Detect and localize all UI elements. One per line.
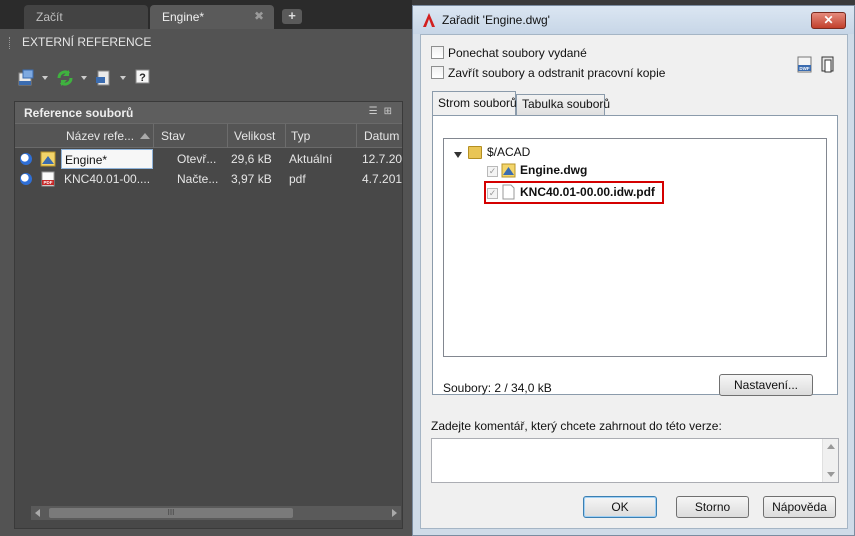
checkin-dialog: Zařadit 'Engine.dwg' ✕ Ponechat soubory … — [412, 5, 855, 536]
external-references-panel: EXTERNÍ REFERENCE ? Reference souborů ☰⊞… — [0, 29, 412, 536]
refresh-icon[interactable] — [56, 69, 74, 87]
new-tab-button[interactable]: + — [282, 9, 302, 24]
comment-textarea[interactable] — [431, 438, 839, 483]
scroll-left-icon[interactable] — [35, 509, 40, 517]
table-row[interactable]: Engine* Otevř... 29,6 kB Aktuální 12.7.2… — [15, 149, 402, 169]
column-header-status[interactable]: Stav — [161, 129, 185, 143]
tree-checkbox[interactable]: ✓ — [487, 166, 498, 177]
checkbox-label: Zavřít soubory a odstranit pracovní kopi… — [448, 66, 666, 80]
file-references-box: Reference souborů ☰⊞ Název refe... Stav … — [14, 101, 403, 529]
column-header-size[interactable]: Velikost — [234, 129, 275, 143]
table-row[interactable]: PDF KNC40.01-00.... Načte... 3,97 kB pdf… — [15, 169, 402, 189]
cancel-button[interactable]: Storno — [676, 496, 749, 518]
cell-status: Načte... — [177, 172, 219, 186]
help-button[interactable]: Nápověda — [763, 496, 836, 518]
scrollbar-thumb[interactable]: III — [49, 508, 293, 518]
highlight-box — [484, 181, 664, 204]
tab-zacit-label: Začít — [36, 10, 63, 24]
tree-root-label[interactable]: $/ACAD — [487, 145, 530, 159]
dialog-title: Zařadit 'Engine.dwg' — [442, 13, 550, 27]
comment-label: Zadejte komentář, který chcete zahrnout … — [431, 419, 722, 433]
attach-dropdown-icon[interactable] — [42, 76, 48, 80]
refresh-dropdown-icon[interactable] — [81, 76, 87, 80]
cell-date: 4.7.2018 — [362, 172, 402, 186]
checkbox-box[interactable] — [431, 46, 444, 59]
horizontal-scrollbar[interactable]: III — [31, 506, 401, 520]
checkbox-box[interactable] — [431, 66, 444, 79]
svg-text:?: ? — [139, 72, 146, 84]
sort-ascending-icon — [140, 133, 151, 139]
keep-checked-out-checkbox[interactable]: Ponechat soubory vydané — [431, 46, 587, 62]
checkbox-label: Ponechat soubory vydané — [448, 46, 587, 60]
cell-size: 3,97 kB — [231, 172, 272, 186]
dwg-file-icon — [501, 163, 516, 181]
folder-icon — [468, 146, 482, 159]
column-header-date[interactable]: Datum — [364, 129, 399, 143]
status-icon — [20, 153, 32, 165]
cell-type: Aktuální — [289, 152, 333, 166]
help-icon[interactable]: ? — [135, 69, 151, 87]
vertical-scrollbar[interactable] — [822, 439, 838, 482]
panel-grip[interactable] — [9, 37, 12, 49]
references-grid-header: Název refe... Stav Velikost Typ Datum — [15, 124, 402, 148]
cell-date: 12.7.201 — [362, 152, 402, 166]
tab-file-tree[interactable]: Strom souborů — [432, 91, 517, 115]
change-path-dropdown-icon[interactable] — [120, 76, 126, 80]
settings-button[interactable]: Nastavení... — [719, 374, 813, 396]
tab-engine[interactable]: Engine* ✖ — [150, 5, 274, 29]
svg-text:DWF: DWF — [799, 66, 809, 71]
view-toggle-icons[interactable]: ☰⊞ — [369, 106, 398, 117]
svg-text:PDF: PDF — [44, 180, 53, 185]
tab-content: $/ACAD ✓ Engine.dwg ✓ KNC40.01-00.00.idw… — [432, 115, 838, 396]
panel-title: EXTERNÍ REFERENCE — [22, 35, 152, 49]
status-icon — [20, 173, 32, 185]
column-header-type[interactable]: Typ — [291, 129, 310, 143]
cell-status: Otevř... — [177, 152, 217, 166]
tab-file-table[interactable]: Tabulka souborů — [516, 94, 610, 115]
close-files-checkbox[interactable]: Zavřít soubory a odstranit pracovní kopi… — [431, 66, 665, 82]
attachment-icon[interactable] — [820, 56, 836, 77]
ok-button[interactable]: OK — [583, 496, 657, 518]
column-header-name[interactable]: Název refe... — [66, 129, 151, 143]
dialog-titlebar[interactable]: Zařadit 'Engine.dwg' ✕ — [413, 6, 854, 34]
scroll-up-icon[interactable] — [827, 444, 835, 449]
cell-type: pdf — [289, 172, 306, 186]
close-button[interactable]: ✕ — [811, 12, 846, 29]
file-tree: $/ACAD ✓ Engine.dwg ✓ KNC40.01-00.00.idw… — [443, 138, 827, 357]
autocad-logo-icon — [422, 12, 436, 28]
attach-dwg-icon[interactable] — [18, 69, 36, 87]
scroll-down-icon[interactable] — [827, 472, 835, 477]
change-path-icon[interactable] — [95, 69, 113, 87]
cell-size: 29,6 kB — [231, 152, 272, 166]
files-count: Soubory: 2 / 34,0 kB — [443, 381, 552, 395]
file-references-header: Reference souborů ☰⊞ — [15, 102, 402, 124]
document-tab-bar: Začít Engine* ✖ + — [0, 0, 412, 29]
dwg-file-icon — [40, 151, 56, 170]
tab-engine-label: Engine* — [162, 10, 205, 24]
tab-zacit[interactable]: Začít — [24, 5, 148, 29]
file-references-title: Reference souborů — [24, 106, 134, 120]
cell-name[interactable]: Engine* — [61, 149, 153, 169]
dialog-body: Ponechat soubory vydané Zavřít soubory a… — [420, 34, 848, 529]
expand-arrow-icon[interactable] — [454, 152, 462, 158]
pdf-file-icon: PDF — [40, 171, 56, 190]
dwf-icon[interactable]: DWF — [796, 56, 814, 77]
tree-item-label[interactable]: Engine.dwg — [520, 163, 587, 177]
cell-name: KNC40.01-00.... — [64, 172, 151, 186]
scroll-right-icon[interactable] — [392, 509, 397, 517]
close-tab-icon[interactable]: ✖ — [254, 9, 264, 23]
